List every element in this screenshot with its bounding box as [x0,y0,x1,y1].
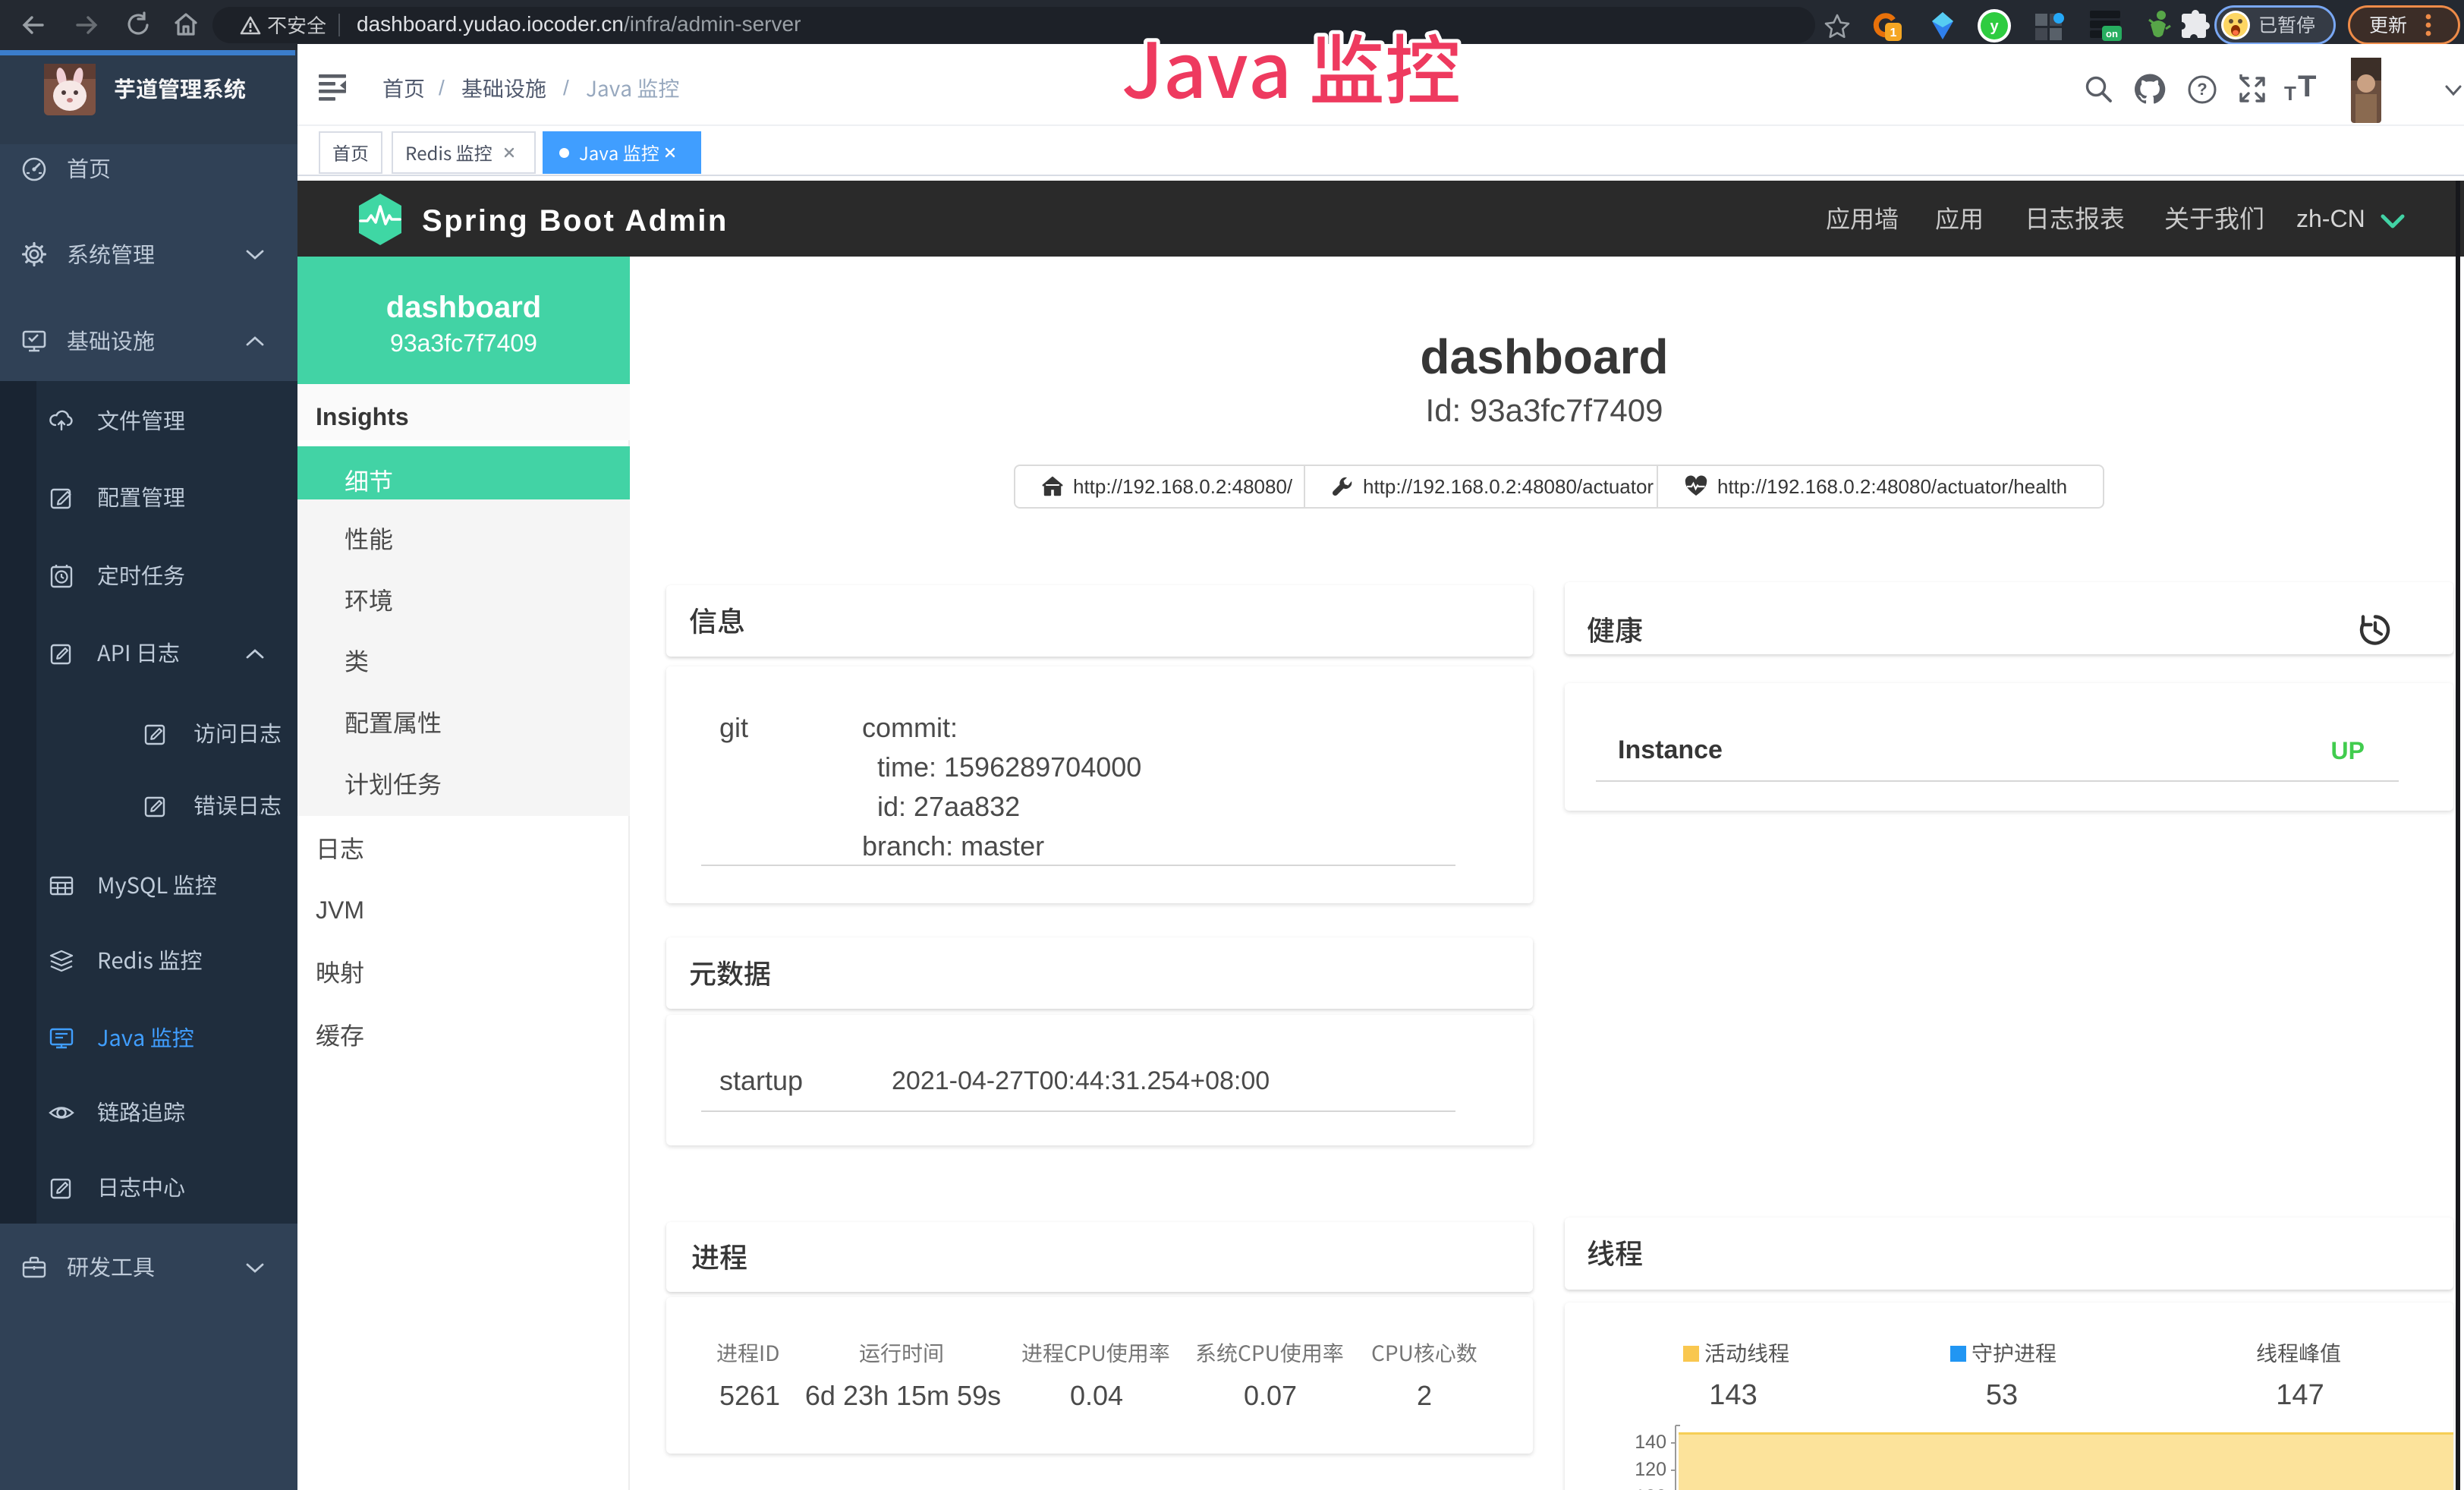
svg-text:?: ? [2197,80,2207,99]
svg-text:y: y [1990,18,1999,35]
svg-text:on: on [2106,28,2118,39]
svg-text:1: 1 [1890,27,1897,39]
